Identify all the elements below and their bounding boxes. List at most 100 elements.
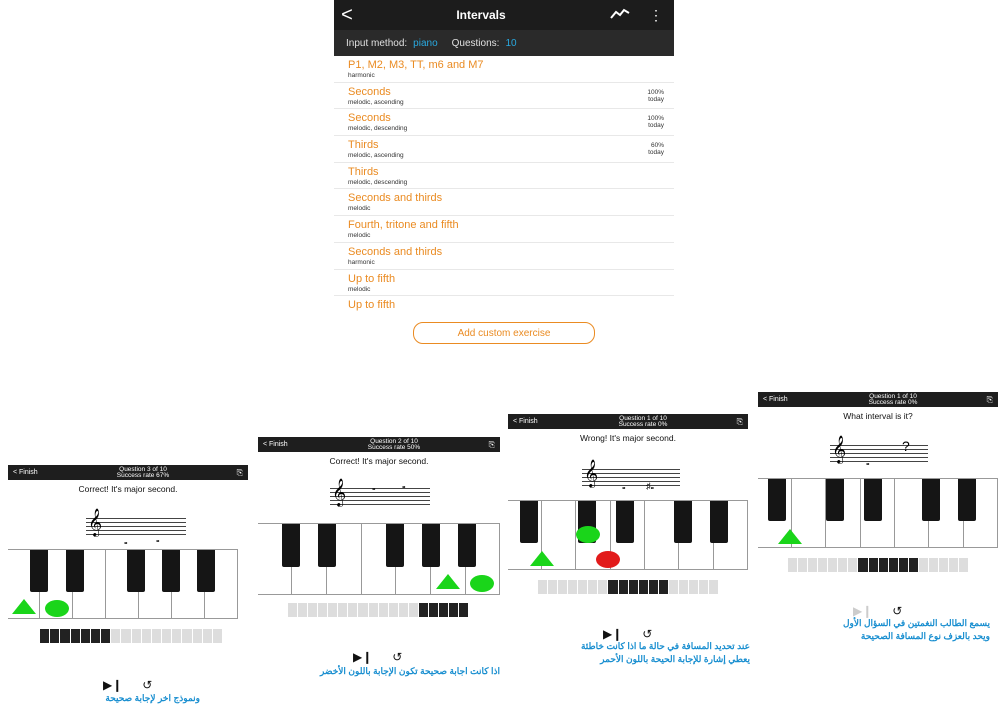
piano-keyboard[interactable] bbox=[508, 500, 748, 570]
finish-button[interactable]: < Finish bbox=[13, 469, 63, 476]
exercise-kind: harmonic bbox=[348, 258, 375, 266]
quiz-panel-q1-wrong: < Finish Question 1 of 10 Success rate 0%… bbox=[508, 414, 748, 602]
play-next-icon[interactable]: ▶❙ bbox=[103, 678, 122, 692]
playback-controls: ▶❙ ↺ bbox=[103, 678, 152, 692]
quiz-panel-q2: < Finish Question 2 of 10 Success rate 50… bbox=[258, 437, 500, 627]
chart-icon[interactable] bbox=[602, 7, 638, 23]
replay-icon[interactable]: ↺ bbox=[142, 678, 152, 692]
result-message: Wrong! It's major second. bbox=[580, 433, 676, 443]
exercise-item[interactable]: P1, M2, M3, TT, m6 and M7 harmonic bbox=[334, 56, 674, 83]
exercise-kind: melodic bbox=[348, 232, 371, 240]
exercise-item[interactable]: Up to fifth melodic bbox=[334, 270, 674, 297]
note-icon: 𝅝 bbox=[402, 480, 406, 490]
exercise-stats: 60% today bbox=[648, 142, 664, 156]
play-next-icon[interactable]: ▶❙ bbox=[603, 627, 622, 641]
note-icon: 𝅝 bbox=[372, 482, 376, 492]
music-staff: 𝄞 𝅝 ♯𝅝 bbox=[582, 460, 680, 491]
quiz-progress: Question 2 of 10 Success rate 50% bbox=[313, 438, 475, 451]
share-icon[interactable]: ⎘ bbox=[973, 395, 993, 405]
playback-controls: ▶❙ ↺ bbox=[603, 627, 652, 641]
caption-1: ونموذج اخر لإجابة صحيحة bbox=[105, 693, 200, 703]
exercise-name: Thirds bbox=[348, 139, 379, 152]
mini-keyboard[interactable] bbox=[788, 558, 969, 572]
quiz-bar: < Finish Question 1 of 10 Success rate 0%… bbox=[758, 392, 998, 407]
replay-icon[interactable]: ↺ bbox=[642, 627, 652, 641]
exercise-when: today bbox=[648, 122, 664, 130]
share-icon[interactable]: ⎘ bbox=[223, 468, 243, 478]
exercise-item[interactable]: Fourth, tritone and fifth melodic bbox=[334, 216, 674, 243]
exercise-stats: 100% today bbox=[647, 115, 664, 129]
exercise-item[interactable]: Seconds melodic, ascending 100% today bbox=[334, 83, 674, 110]
correct-marker-dot bbox=[470, 575, 494, 592]
exercise-kind: harmonic bbox=[348, 72, 375, 79]
mini-keyboard[interactable] bbox=[288, 603, 469, 617]
exercise-item[interactable]: Up to fifth bbox=[334, 296, 674, 316]
more-menu-icon[interactable]: ⋮ bbox=[638, 7, 674, 24]
replay-icon[interactable]: ↺ bbox=[392, 650, 402, 664]
screen-title: Intervals bbox=[456, 8, 506, 22]
intervals-screen: < Intervals ⋮ Input method: piano Questi… bbox=[334, 0, 674, 345]
piano-keyboard[interactable] bbox=[8, 549, 238, 619]
mini-keyboard[interactable] bbox=[40, 629, 223, 643]
success-rate: Success rate 50% bbox=[367, 443, 421, 451]
replay-icon[interactable]: ↺ bbox=[892, 604, 902, 618]
piano-keyboard[interactable] bbox=[258, 523, 500, 595]
exercise-item[interactable]: Thirds melodic, ascending 60% today bbox=[334, 136, 674, 163]
exercise-name: Thirds bbox=[348, 165, 379, 178]
exercise-item[interactable]: Thirds melodic, descending bbox=[334, 163, 674, 190]
caption-3: عند تحديد المسافة في حالة ما اذا كانت خا… bbox=[580, 641, 750, 664]
correct-marker-dot bbox=[45, 600, 69, 617]
treble-clef-icon: 𝄞 bbox=[332, 479, 347, 506]
question-message: What interval is it? bbox=[843, 411, 913, 421]
share-icon[interactable]: ⎘ bbox=[723, 417, 743, 427]
exercise-name: Up to fifth bbox=[348, 299, 396, 312]
exercise-name: Seconds bbox=[348, 85, 391, 98]
success-rate: Success rate 0% bbox=[868, 398, 918, 406]
play-next-icon[interactable]: ▶❙ bbox=[353, 650, 372, 664]
success-rate: Success rate 67% bbox=[116, 471, 170, 479]
music-staff: 𝄞 𝅝 𝅝 bbox=[330, 479, 430, 509]
exercise-list: P1, M2, M3, TT, m6 and M7 harmonic Second… bbox=[334, 56, 674, 316]
exercise-name: Seconds and thirds bbox=[348, 245, 443, 258]
share-icon[interactable]: ⎘ bbox=[475, 440, 495, 450]
playback-controls: ▶❙ ↺ bbox=[853, 604, 902, 618]
note-icon: 𝅝 bbox=[866, 457, 870, 467]
quiz-bar: < Finish Question 2 of 10 Success rate 50… bbox=[258, 437, 500, 452]
music-staff: 𝄞 𝅝 ? bbox=[830, 436, 928, 467]
exercise-kind: melodic, descending bbox=[348, 125, 408, 133]
exercise-name: Fourth, tritone and fifth bbox=[348, 219, 459, 232]
wrong-marker-dot bbox=[596, 551, 620, 568]
quiz-progress: Question 1 of 10 Success rate 0% bbox=[813, 393, 973, 406]
play-next-icon[interactable]: ▶❙ bbox=[853, 604, 872, 618]
input-method-value[interactable]: piano bbox=[413, 38, 437, 49]
quiz-panel-q1-question: < Finish Question 1 of 10 Success rate 0%… bbox=[758, 392, 998, 582]
exercise-rate: 60% bbox=[650, 142, 664, 150]
finish-button[interactable]: < Finish bbox=[763, 396, 813, 403]
question-mark-icon: ? bbox=[902, 438, 910, 454]
exercise-kind: melodic, descending bbox=[348, 178, 408, 186]
exercise-stats: 100% today bbox=[647, 89, 664, 103]
correct-marker-triangle bbox=[436, 574, 460, 589]
caption-2: اذا كانت اجابة صحيحة تكون الإجابة باللون… bbox=[319, 666, 500, 676]
exercise-name: Up to fifth bbox=[348, 272, 396, 285]
exercise-kind: melodic bbox=[348, 205, 371, 213]
note-icon: 𝅝 bbox=[622, 481, 626, 491]
quiz-progress: Question 3 of 10 Success rate 67% bbox=[63, 466, 223, 479]
exercise-item[interactable]: Seconds and thirds harmonic bbox=[334, 243, 674, 270]
mini-keyboard[interactable] bbox=[538, 580, 719, 594]
exercise-item[interactable]: Seconds melodic, descending 100% today bbox=[334, 109, 674, 137]
input-method-label: Input method: bbox=[346, 37, 408, 49]
sharp-note-icon: ♯𝅝 bbox=[646, 481, 655, 491]
back-icon[interactable]: < bbox=[334, 4, 360, 27]
exercise-name: P1, M2, M3, TT, m6 and M7 bbox=[348, 59, 484, 71]
caption-4: يسمع الطالب النغمتين في السؤال الأول ويحد… bbox=[842, 618, 990, 641]
correct-marker-triangle bbox=[530, 551, 554, 566]
questions-value[interactable]: 10 bbox=[505, 38, 516, 49]
add-custom-exercise-button[interactable]: Add custom exercise bbox=[413, 322, 595, 345]
piano-keyboard[interactable] bbox=[758, 478, 998, 548]
exercise-name: Seconds bbox=[348, 112, 391, 125]
finish-button[interactable]: < Finish bbox=[513, 418, 563, 425]
finish-button[interactable]: < Finish bbox=[263, 441, 313, 448]
exercise-kind: melodic, ascending bbox=[348, 152, 404, 160]
exercise-item[interactable]: Seconds and thirds melodic bbox=[334, 189, 674, 217]
